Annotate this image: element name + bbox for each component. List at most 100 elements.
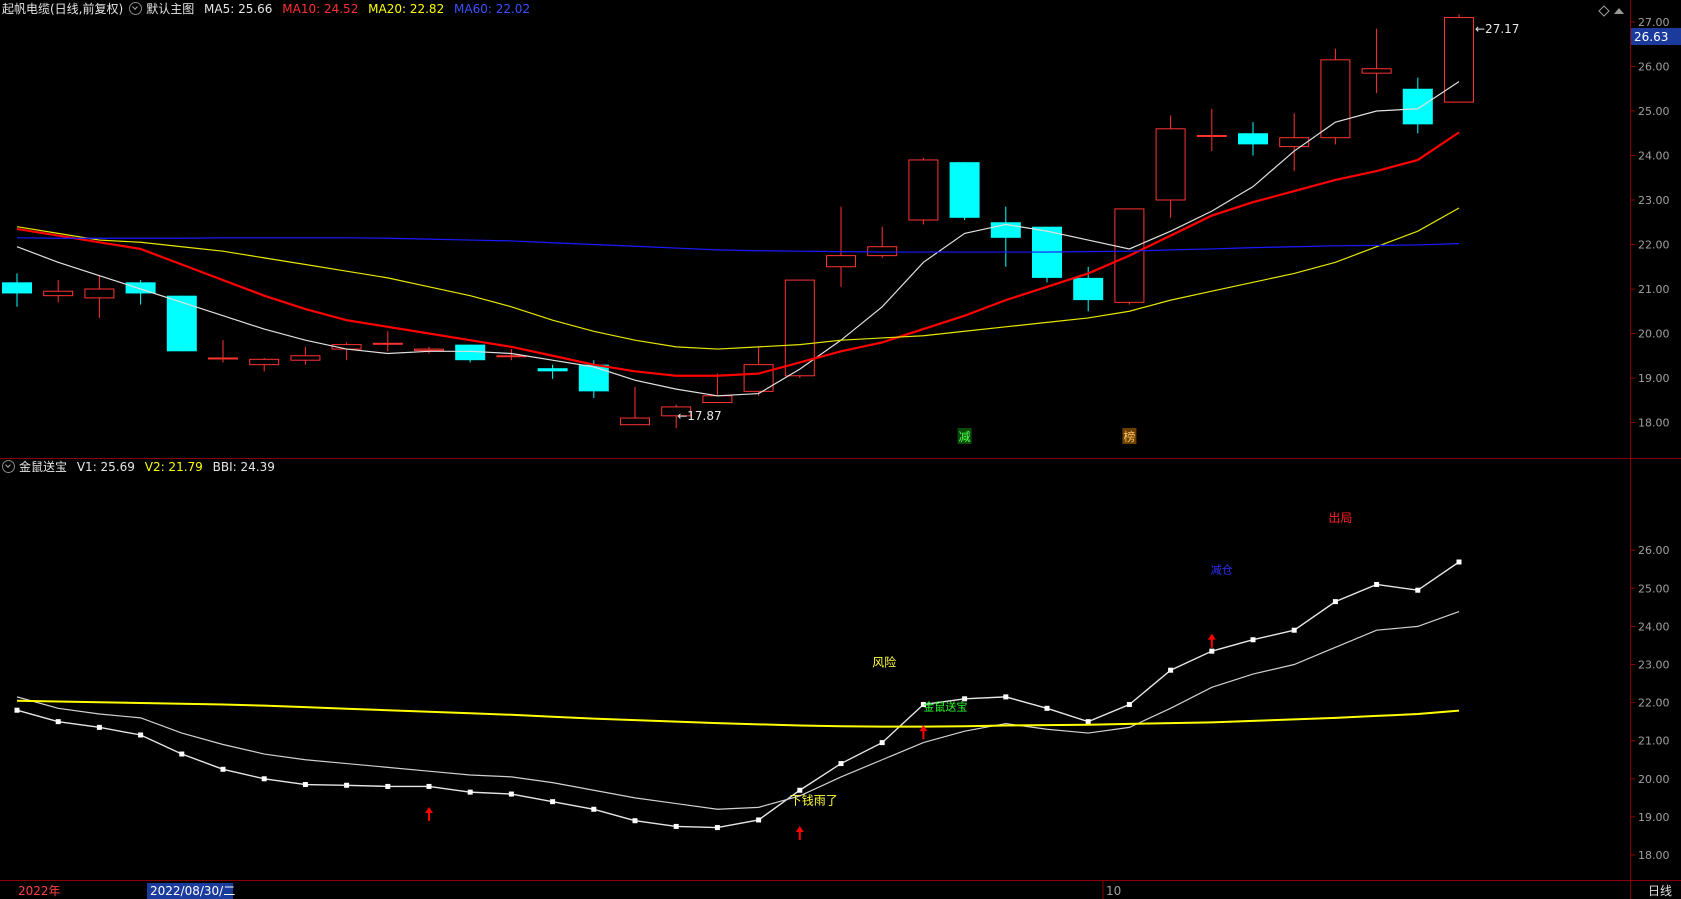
signal-fengxian: 风险 — [872, 655, 896, 670]
candle-body — [290, 355, 321, 361]
buy-arrow-icon — [1207, 633, 1216, 648]
marker-bang: 榜 — [1123, 429, 1135, 444]
v1-point — [591, 806, 597, 812]
candle-body — [620, 417, 650, 426]
low-price-label: ←17.87 — [677, 409, 721, 423]
v1-point — [1374, 581, 1380, 587]
high-price-label: ←27.17 — [1475, 22, 1519, 36]
candle-body — [1155, 128, 1186, 201]
v1-point — [714, 825, 720, 831]
candle-body — [702, 395, 733, 403]
indicator-line-bbi — [16, 610, 1460, 810]
v1-point — [14, 707, 20, 713]
v1-point — [1003, 694, 1009, 700]
candle-body — [908, 159, 939, 221]
v1-point — [673, 823, 679, 829]
bbi-label: BBI: 24.39 — [212, 460, 275, 474]
v1-point — [302, 782, 308, 788]
indicator-line-v1 — [16, 561, 1460, 829]
candle-body — [208, 357, 238, 360]
price-tick-label: 27.00 — [1638, 16, 1670, 29]
v1-point — [1332, 599, 1338, 605]
price-tick-label: 20.00 — [1638, 328, 1670, 341]
ind-tick-label: 22.00 — [1638, 697, 1670, 710]
candle-body — [496, 355, 527, 358]
ind-tick-label: 26.00 — [1638, 544, 1670, 557]
candle-body — [372, 342, 403, 345]
price-tick-label: 26.00 — [1638, 61, 1670, 74]
ind-tick-label: 21.00 — [1638, 735, 1670, 748]
price-tick-label: 21.00 — [1638, 283, 1670, 296]
v1-point — [1168, 667, 1174, 673]
axis-year-label: 2022年 — [18, 884, 61, 898]
chart-canvas[interactable]: 18.00 19.00 20.00 21.00 22.00 23.00 24.00 25.00… — [0, 0, 1681, 899]
signal-jiancang: 减仓 — [1211, 562, 1233, 576]
price-tick-label: 18.00 — [1638, 417, 1670, 430]
candle-body — [1196, 134, 1227, 137]
ma-line-ma10 — [16, 131, 1460, 377]
collapse-icon — [1614, 8, 1624, 14]
v1-point — [1209, 648, 1215, 654]
ind-tick-label: 25.00 — [1638, 582, 1670, 595]
price-tick-label: 19.00 — [1638, 372, 1670, 385]
ma-line-ma60 — [16, 237, 1460, 253]
v1-point — [55, 719, 61, 725]
signal-chuju: 出局 — [1328, 511, 1352, 525]
candle-body — [1320, 59, 1351, 139]
ma60-label: MA60: 22.02 — [454, 2, 531, 16]
candle-body — [578, 364, 609, 392]
v1-point — [261, 776, 267, 782]
v1-point — [632, 818, 638, 824]
candle-body — [1073, 277, 1104, 301]
v1-point — [467, 789, 473, 795]
ma-line-ma20 — [16, 207, 1460, 350]
stock-title: 起帆电缆(日线,前复权) — [2, 2, 124, 16]
ma5-label: MA5: 25.66 — [204, 2, 273, 16]
main-view-label[interactable]: 默认主图 — [146, 2, 194, 16]
v1-point — [1044, 705, 1050, 711]
v1-point — [426, 783, 432, 789]
price-tick-label: 25.00 — [1638, 105, 1670, 118]
main-chart-header: 起帆电缆(日线,前复权) 默认主图 MA5: 25.66 MA10: 24.52 … — [2, 0, 536, 18]
candle-body — [537, 368, 568, 372]
indicator-dropdown-icon[interactable] — [2, 460, 15, 473]
ind-tick-label: 24.00 — [1638, 620, 1670, 633]
current-price-value: 26.63 — [1634, 30, 1668, 44]
marker-jian: 减 — [959, 430, 971, 444]
v1-point — [879, 740, 885, 746]
buy-arrow-icon — [425, 806, 433, 821]
candle-body — [249, 358, 280, 366]
ind-tick-label: 19.00 — [1638, 811, 1670, 824]
ind-tick-label: 20.00 — [1638, 773, 1670, 786]
v1-point — [179, 751, 185, 757]
v1-point — [1456, 559, 1462, 565]
v1-point — [1415, 587, 1421, 593]
candle-body — [867, 246, 898, 257]
v1-point — [1085, 719, 1091, 725]
axis-month-label: 10 — [1106, 884, 1121, 898]
ma20-label: MA20: 22.82 — [368, 2, 445, 16]
price-tick-label: 23.00 — [1638, 194, 1670, 207]
dropdown-icon[interactable] — [129, 2, 143, 15]
signal-jinshu: 金鼠送宝 — [923, 699, 967, 713]
v2-label: V2: 21.79 — [144, 460, 203, 474]
ind-tick-label: 18.00 — [1638, 849, 1670, 862]
v1-point — [797, 787, 803, 793]
diamond-icon — [1598, 5, 1610, 17]
v1-point — [385, 783, 391, 789]
v1-point — [344, 782, 350, 788]
candle-body — [826, 255, 856, 268]
v1-label: V1: 25.69 — [76, 460, 135, 474]
candle-body — [84, 288, 115, 299]
signal-xiaqian: 下钱雨了 — [790, 792, 838, 807]
v1-point — [138, 732, 144, 738]
candle-body — [1238, 133, 1268, 145]
candle-body — [1361, 68, 1392, 74]
indicator-header: 金鼠送宝 V1: 25.69 V2: 21.79 BBI: 24.39 — [2, 458, 281, 476]
ma10-label: MA10: 24.52 — [282, 2, 359, 16]
period-label: 日线 — [1648, 884, 1672, 898]
v1-point — [1291, 627, 1297, 633]
indicator-name[interactable]: 金鼠送宝 — [19, 460, 67, 474]
candle-body — [43, 290, 74, 297]
v1-point — [550, 799, 556, 805]
